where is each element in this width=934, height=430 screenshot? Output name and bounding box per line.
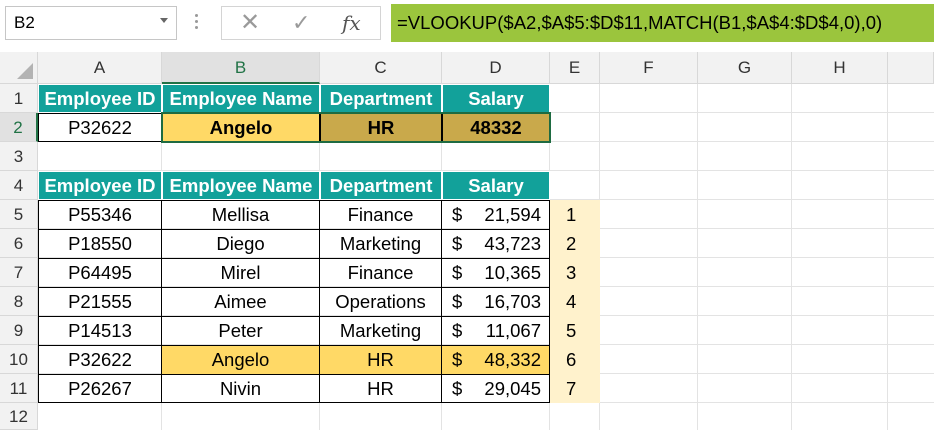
check-icon[interactable]: ✓ <box>292 11 310 35</box>
row-header-9[interactable]: 9 <box>0 316 38 345</box>
currency-symbol: $ <box>452 291 463 312</box>
fx-icon[interactable]: fx <box>342 11 361 35</box>
salary-amount: 29,045 <box>484 378 541 399</box>
cell-a1[interactable]: Employee ID <box>38 84 162 113</box>
column-header-c[interactable]: C <box>320 52 442 84</box>
row-header-2[interactable]: 2 <box>0 113 38 142</box>
currency-symbol: $ <box>452 378 463 399</box>
name-box[interactable]: B2 <box>5 6 177 40</box>
row-header-12[interactable]: 12 <box>0 403 38 430</box>
cell-index[interactable]: 3 <box>566 258 596 287</box>
cell-salary[interactable]: $48,332 <box>441 345 550 375</box>
salary-amount: 43,723 <box>484 233 541 254</box>
row-header-10[interactable]: 10 <box>0 345 38 374</box>
currency-symbol: $ <box>452 204 463 225</box>
cell-name[interactable]: Peter <box>161 316 320 346</box>
cell-b1[interactable]: Employee Name <box>162 84 320 113</box>
cell-name[interactable]: Mellisa <box>161 200 320 230</box>
cell-name[interactable]: Diego <box>161 229 320 259</box>
cell-c1[interactable]: Department <box>320 84 442 113</box>
cell-c4[interactable]: Department <box>320 171 442 200</box>
row-header-8[interactable]: 8 <box>0 287 38 316</box>
row-header-6[interactable]: 6 <box>0 229 38 258</box>
cell-d4[interactable]: Salary <box>442 171 550 200</box>
formula-bar-area: B2 ✕ ✓ fx =VLOOKUP($A2,$A$5:$D$11,MATCH(… <box>0 0 934 50</box>
cell-name[interactable]: Mirel <box>161 258 320 288</box>
close-icon[interactable]: ✕ <box>240 11 260 35</box>
currency-symbol: $ <box>452 233 463 254</box>
cell-d1[interactable]: Salary <box>442 84 550 113</box>
row-header-7[interactable]: 7 <box>0 258 38 287</box>
row-header-1[interactable]: 1 <box>0 84 38 113</box>
column-header-d[interactable]: D <box>442 52 550 84</box>
column-header-h[interactable]: H <box>792 52 888 84</box>
cell-dept[interactable]: Finance <box>319 258 442 288</box>
formula-input[interactable]: =VLOOKUP($A2,$A$5:$D$11,MATCH(B1,$A$4:$D… <box>391 4 934 42</box>
column-header-b[interactable]: B <box>162 52 320 84</box>
cell-id[interactable]: P18550 <box>38 229 162 259</box>
cell-dept[interactable]: Operations <box>319 287 442 317</box>
currency-symbol: $ <box>452 349 463 370</box>
column-header-a[interactable]: A <box>38 52 162 84</box>
spreadsheet-grid: A B C D E F G H 1 2 3 4 5 6 7 8 9 10 11 … <box>0 52 934 430</box>
cell-id[interactable]: P32622 <box>38 345 162 375</box>
salary-amount: 21,594 <box>484 204 541 225</box>
salary-amount: 11,067 <box>485 320 541 341</box>
currency-symbol: $ <box>452 262 463 283</box>
cell-name[interactable]: Nivin <box>161 374 320 403</box>
row-header-11[interactable]: 11 <box>0 374 38 403</box>
cell-b4[interactable]: Employee Name <box>162 171 320 200</box>
cell-name[interactable]: Angelo <box>161 345 320 375</box>
cell-salary[interactable]: $11,067 <box>441 316 550 346</box>
cell-index[interactable]: 7 <box>566 374 596 403</box>
salary-amount: 16,703 <box>484 291 541 312</box>
cell-b2[interactable]: Angelo <box>162 113 320 142</box>
cell-a4[interactable]: Employee ID <box>38 171 162 200</box>
column-header-g[interactable]: G <box>698 52 792 84</box>
select-all-triangle-icon <box>17 63 33 79</box>
cell-salary[interactable]: $16,703 <box>441 287 550 317</box>
column-header-e[interactable]: E <box>550 52 600 84</box>
salary-amount: 48,332 <box>484 349 541 370</box>
cell-name[interactable]: Aimee <box>161 287 320 317</box>
currency-symbol: $ <box>452 320 463 341</box>
cell-dept[interactable]: HR <box>319 374 442 403</box>
cell-index[interactable]: 1 <box>566 200 596 229</box>
name-box-value[interactable]: B2 <box>14 13 35 33</box>
row-header-3[interactable]: 3 <box>0 142 38 171</box>
cell-id[interactable]: P21555 <box>38 287 162 317</box>
cell-index[interactable]: 5 <box>566 316 596 345</box>
cell-d2[interactable]: 48332 <box>442 113 550 142</box>
cell-index[interactable]: 6 <box>566 345 596 374</box>
cell-id[interactable]: P55346 <box>38 200 162 230</box>
column-header-f[interactable]: F <box>600 52 698 84</box>
formula-buttons: ✕ ✓ fx <box>221 6 381 40</box>
cell-index[interactable]: 2 <box>566 229 596 258</box>
cell-id[interactable]: P64495 <box>38 258 162 288</box>
salary-amount: 10,365 <box>484 262 541 283</box>
cell-a2[interactable]: P32622 <box>38 113 162 142</box>
drag-handle-icon[interactable] <box>195 14 199 34</box>
cell-dept[interactable]: Finance <box>319 200 442 230</box>
cell-dept[interactable]: Marketing <box>319 316 442 346</box>
cell-salary[interactable]: $29,045 <box>441 374 550 403</box>
chevron-down-icon[interactable] <box>160 18 168 23</box>
cell-dept[interactable]: Marketing <box>319 229 442 259</box>
select-all-button[interactable] <box>0 52 38 84</box>
row-header-5[interactable]: 5 <box>0 200 38 229</box>
cell-index[interactable]: 4 <box>566 287 596 316</box>
cell-c2[interactable]: HR <box>320 113 442 142</box>
cell-id[interactable]: P14513 <box>38 316 162 346</box>
cell-salary[interactable]: $21,594 <box>441 200 550 230</box>
cell-salary[interactable]: $43,723 <box>441 229 550 259</box>
cell-dept[interactable]: HR <box>319 345 442 375</box>
cell-id[interactable]: P26267 <box>38 374 162 403</box>
formula-text[interactable]: =VLOOKUP($A2,$A$5:$D$11,MATCH(B1,$A$4:$D… <box>397 12 882 34</box>
column-header-next[interactable] <box>888 52 934 84</box>
cell-salary[interactable]: $10,365 <box>441 258 550 288</box>
row-header-4[interactable]: 4 <box>0 171 38 200</box>
